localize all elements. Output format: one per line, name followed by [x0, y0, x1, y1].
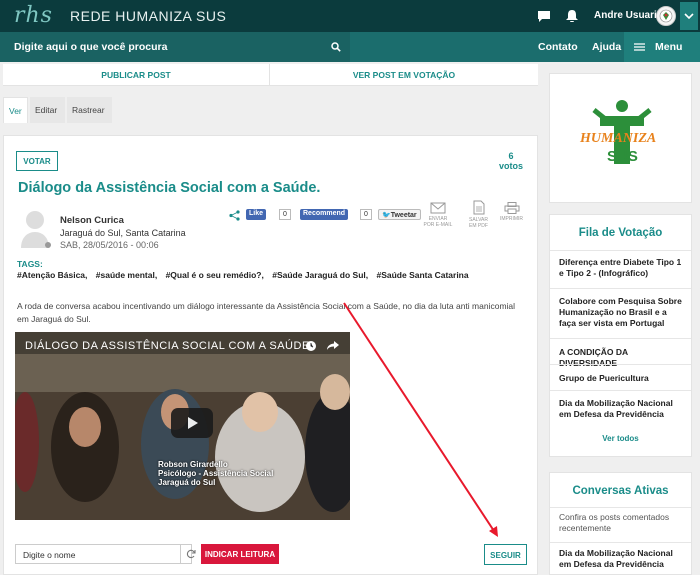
- print-label: IMPRIMIR: [499, 216, 524, 222]
- print-action[interactable]: IMPRIMIR: [499, 202, 524, 222]
- divider: [550, 364, 691, 365]
- divider: [550, 507, 691, 508]
- nav-contato[interactable]: Contato: [538, 41, 578, 53]
- ver-todos-link[interactable]: Ver todos: [550, 434, 691, 443]
- recommend-name-input[interactable]: Digite o nome: [15, 544, 196, 564]
- chat-icon[interactable]: [537, 10, 551, 22]
- top-bar: rhs REDE HUMANIZA SUS Andre Usuario 2: [0, 0, 700, 32]
- video-caption: Robson Girardello Psicólogo - Assistênci…: [158, 460, 273, 487]
- facebook-recommend-button[interactable]: Recommend: [300, 209, 349, 220]
- play-icon: [188, 417, 198, 429]
- site-logo[interactable]: rhs: [14, 3, 53, 28]
- tag-item[interactable]: #Saúde Jaraguá do Sul,: [272, 270, 368, 280]
- refresh-icon: [186, 549, 196, 559]
- share-video-icon[interactable]: [327, 341, 339, 351]
- tab-rastrear[interactable]: Rastrear: [67, 97, 112, 123]
- divider: [550, 288, 691, 289]
- fila-item[interactable]: Grupo de Puericultura: [559, 373, 685, 384]
- conversas-ativas-card: Conversas Ativas Confira os posts coment…: [549, 472, 692, 575]
- post-title: Diálogo da Assistência Social com a Saúd…: [18, 180, 321, 196]
- video-title: DIÁLOGO DA ASSISTÊNCIA SOCIAL COM A SAÚD…: [25, 340, 310, 352]
- tag-list: #Atenção Básica, #saúde mental, #Qual é …: [17, 270, 475, 280]
- twitter-icon: 🐦: [382, 212, 391, 219]
- email-icon: [430, 202, 446, 214]
- pdf-label: SALVAR EM PDF: [469, 217, 488, 229]
- search-icon[interactable]: [331, 42, 341, 52]
- video-caption-place: Jaraguá do Sul: [158, 478, 216, 487]
- tag-item[interactable]: #Atenção Básica,: [17, 270, 87, 280]
- like-count: 0: [279, 209, 291, 220]
- fila-votacao-title: Fila de Votação: [578, 227, 663, 239]
- email-action[interactable]: ENVIAR POR E-MAIL: [423, 202, 453, 228]
- menu-label: Menu: [655, 41, 683, 53]
- refresh-button[interactable]: [180, 545, 200, 563]
- humaniza-logo-card: HUMANIZA SUS: [549, 73, 692, 203]
- share-icon[interactable]: [229, 210, 240, 221]
- site-logo-text[interactable]: REDE HUMANIZA SUS: [70, 8, 226, 24]
- tag-item[interactable]: #Qual é o seu remédio?,: [166, 270, 264, 280]
- fila-votacao-card: Fila de Votação Diferença entre Diabete …: [549, 214, 692, 457]
- post-date: SAB, 28/05/2016 - 00:06: [60, 240, 159, 250]
- divider: [550, 338, 691, 339]
- logo-text-sus: SUS: [607, 148, 638, 165]
- author-avatar[interactable]: [19, 208, 51, 248]
- tweet-label: Tweetar: [390, 212, 417, 219]
- vote-label: votos: [499, 161, 524, 171]
- post-body: A roda de conversa acabou incentivando u…: [17, 301, 516, 324]
- seguir-button[interactable]: SEGUIR: [484, 544, 527, 565]
- search-placeholder: Digite aqui o que você procura: [14, 41, 168, 53]
- recommend-label: Recommend: [303, 210, 346, 217]
- tag-item[interactable]: #saúde mental,: [96, 270, 157, 280]
- tab-editar[interactable]: Editar: [30, 97, 65, 123]
- tags-label: TAGS:: [17, 259, 43, 269]
- menu-button[interactable]: Menu: [624, 32, 700, 62]
- name-input-placeholder: Digite o nome: [23, 550, 76, 560]
- fila-item[interactable]: Colabore com Pesquisa Sobre Humanização …: [559, 296, 685, 329]
- conversas-subtitle: Confira os posts comentados recentemente: [559, 512, 670, 533]
- author-location: Jaraguá do Sul, Santa Catarina: [60, 228, 186, 238]
- tweet-button[interactable]: 🐦Tweetar: [378, 209, 421, 220]
- hamburger-icon: [634, 43, 645, 51]
- divider: [550, 390, 691, 391]
- author-info: Nelson Curica Jaraguá do Sul, Santa Cata…: [60, 214, 186, 251]
- divider: [550, 542, 691, 543]
- indicar-leitura-button[interactable]: INDICAR LEITURA: [201, 544, 279, 564]
- tab-publicar-post[interactable]: PUBLICAR POST: [3, 64, 270, 86]
- email-label: ENVIAR POR E-MAIL: [423, 216, 453, 228]
- search-input[interactable]: Digite aqui o que você procura: [0, 32, 350, 62]
- clock-icon[interactable]: [305, 340, 317, 352]
- fila-item[interactable]: Dia da Mobilização Nacional em Defesa da…: [559, 398, 685, 420]
- nav-ajuda[interactable]: Ajuda: [592, 41, 621, 53]
- tag-item[interactable]: #Saúde Santa Catarina: [376, 270, 468, 280]
- post-card: VOTAR 6 votos Diálogo da Assistência Soc…: [3, 135, 538, 575]
- tab-ver[interactable]: Ver: [3, 97, 28, 123]
- vote-number: 6: [508, 151, 514, 161]
- fila-item[interactable]: Diferença entre Diabete Tipo 1 e Tipo 2 …: [559, 257, 685, 279]
- user-menu-toggle[interactable]: [680, 2, 698, 30]
- video-caption-name: Robson Girardello: [158, 460, 228, 469]
- play-button[interactable]: [171, 408, 213, 438]
- pdf-action[interactable]: SALVAR EM PDF: [466, 200, 491, 229]
- fila-item[interactable]: A CONDIÇÃO DA DIVERSIDADE: [559, 347, 685, 369]
- bell-icon[interactable]: [565, 10, 579, 22]
- tab-ver-votacao[interactable]: VER POST EM VOTAÇÃO: [270, 64, 538, 86]
- conversa-item[interactable]: Dia da Mobilização Nacional em Defesa da…: [559, 548, 685, 570]
- like-label: Like: [249, 210, 264, 217]
- chevron-down-icon: [684, 13, 694, 20]
- post-tabs: PUBLICAR POST VER POST EM VOTAÇÃO: [3, 64, 538, 86]
- video-caption-role: Psicólogo - Assistência Social: [158, 469, 274, 478]
- vote-count: 6 votos: [499, 151, 523, 171]
- video-player[interactable]: DIÁLOGO DA ASSISTÊNCIA SOCIAL COM A SAÚD…: [15, 332, 350, 520]
- printer-icon: [504, 202, 519, 214]
- votar-button[interactable]: VOTAR: [16, 151, 58, 171]
- recommend-count: 0: [360, 209, 372, 220]
- user-avatar[interactable]: [656, 6, 676, 26]
- pdf-icon: [473, 200, 484, 215]
- conversas-ativas-title: Conversas Ativas: [572, 485, 669, 497]
- search-bar: Digite aqui o que você procura Contato A…: [0, 32, 700, 62]
- facebook-like-button[interactable]: Like: [246, 209, 267, 220]
- logo-text-humaniza: HUMANIZA: [580, 131, 657, 146]
- divider: [550, 250, 691, 251]
- author-name[interactable]: Nelson Curica: [60, 215, 124, 226]
